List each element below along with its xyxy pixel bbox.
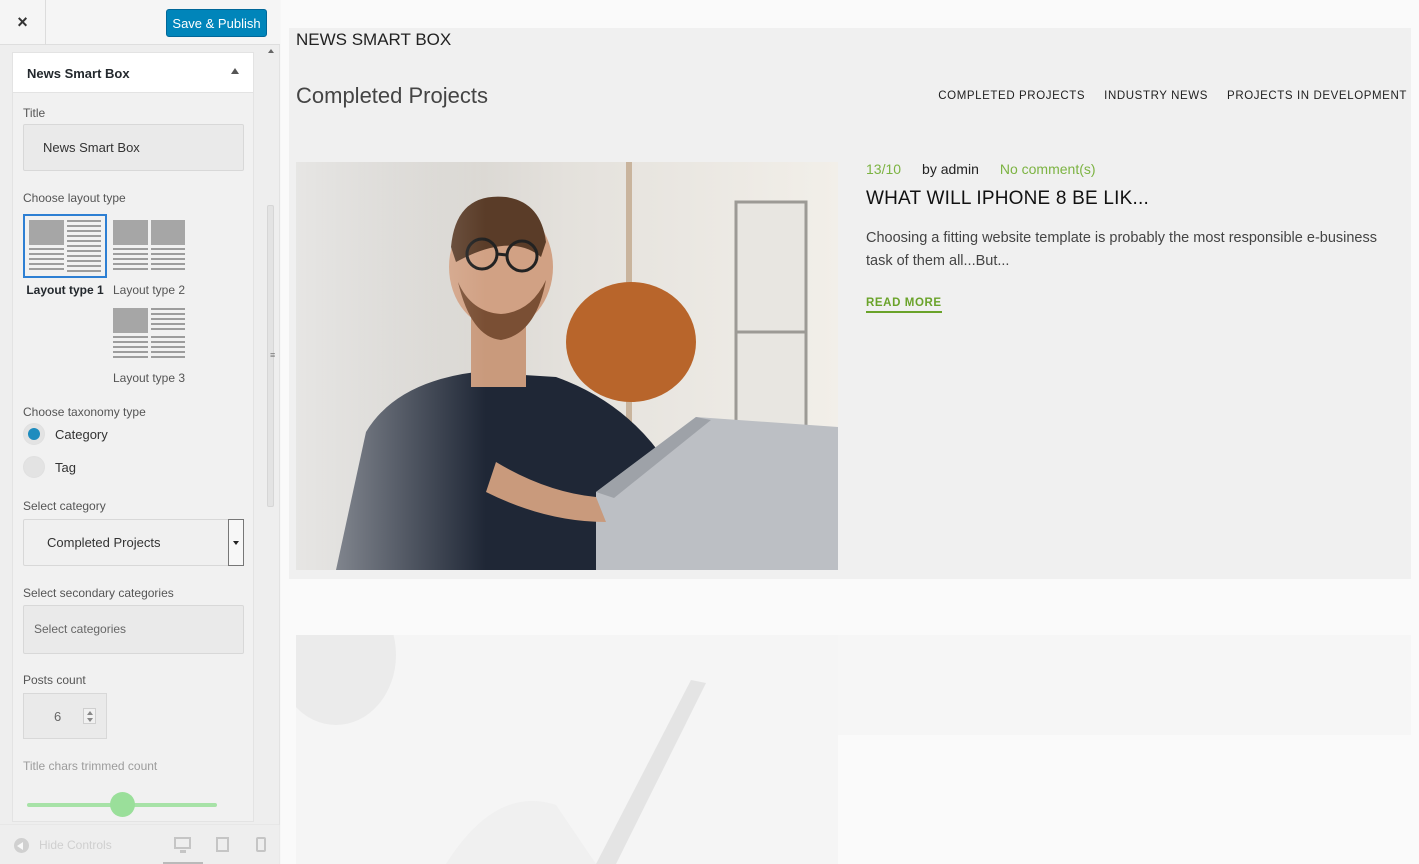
layout-option-1[interactable]: Layout type 1 <box>23 214 107 297</box>
layout-option-label: Layout type 1 <box>26 283 104 297</box>
radio-button[interactable] <box>23 456 45 478</box>
resize-grip-icon[interactable]: ≡ <box>270 350 275 360</box>
post-featured-image[interactable] <box>296 162 838 570</box>
post-title[interactable]: WHAT WILL IPHONE 8 BE LIK... <box>866 188 1149 210</box>
radio-label: Tag <box>55 459 76 475</box>
hide-controls-button[interactable]: Hide Controls <box>39 838 112 852</box>
tablet-icon[interactable] <box>216 837 229 852</box>
widget-title: NEWS SMART BOX <box>296 30 452 49</box>
layout-option-label: Layout type 2 <box>112 283 186 297</box>
post-author: by admin <box>922 161 979 177</box>
collapse-arrow-icon[interactable] <box>14 838 29 853</box>
post-excerpt: Choosing a fitting website template is p… <box>866 230 1377 269</box>
title-input[interactable]: News Smart Box <box>23 124 244 171</box>
next-post-image[interactable] <box>296 635 838 864</box>
title-label: Title <box>23 106 46 120</box>
layout-1-thumbnail <box>23 214 107 278</box>
close-icon[interactable]: × <box>0 0 46 45</box>
desktop-icon[interactable] <box>174 837 191 853</box>
site-preview: NEWS SMART BOX Completed Projects COMPLE… <box>281 0 1419 864</box>
read-more-link[interactable]: READ MORE <box>866 297 942 313</box>
taxonomy-type-label: Choose taxonomy type <box>23 405 146 419</box>
scroll-up-icon[interactable] <box>268 49 274 53</box>
customizer-footer: Hide Controls <box>0 824 280 864</box>
layout-option-label: Layout type 3 <box>112 371 186 385</box>
radio-tag[interactable]: Tag <box>23 456 76 478</box>
tab-projects-in-development[interactable]: PROJECTS IN DEVELOPMENT <box>1227 90 1407 102</box>
radio-button[interactable] <box>23 423 45 445</box>
post-date: 13/10 <box>866 161 902 177</box>
mobile-icon[interactable] <box>256 837 266 852</box>
secondary-categories-label: Select secondary categories <box>23 586 174 600</box>
next-post-content <box>838 635 1411 735</box>
panel-scrollbar[interactable] <box>266 45 275 825</box>
layout-3-thumbnail <box>107 302 191 366</box>
layout-option-2[interactable]: Layout type 2 <box>107 214 191 297</box>
section-title: News Smart Box <box>27 66 130 81</box>
category-heading: Completed Projects <box>296 83 488 108</box>
category-select[interactable]: Completed Projects <box>23 519 244 566</box>
customizer-sidebar: × Save & Publish News Smart Box Title Ne… <box>0 0 280 864</box>
slider-handle[interactable] <box>110 792 135 817</box>
layout-2-thumbnail <box>107 214 191 278</box>
news-smart-box-widget: NEWS SMART BOX Completed Projects COMPLE… <box>289 28 1411 579</box>
posts-count-value: 6 <box>54 709 62 724</box>
tab-completed-projects[interactable]: COMPLETED PROJECTS <box>938 90 1085 102</box>
secondary-categories-input[interactable]: Select categories <box>23 605 244 654</box>
layout-option-3[interactable]: Layout type 3 <box>107 302 191 385</box>
category-selected-value: Completed Projects <box>47 535 161 550</box>
chevron-down-icon[interactable] <box>228 519 244 566</box>
tab-industry-news[interactable]: INDUSTRY NEWS <box>1104 90 1208 102</box>
layout-type-label: Choose layout type <box>23 191 126 205</box>
section-panel: News Smart Box Title News Smart Box Choo… <box>12 52 254 822</box>
posts-count-label: Posts count <box>23 673 86 687</box>
customizer-topbar: × Save & Publish <box>0 0 280 45</box>
category-tabs: COMPLETED PROJECTS INDUSTRY NEWS PROJECT… <box>938 90 1407 102</box>
save-publish-button[interactable]: Save & Publish <box>166 9 267 37</box>
radio-label: Category <box>55 426 108 442</box>
section-header[interactable]: News Smart Box <box>13 53 253 93</box>
radio-category[interactable]: Category <box>23 423 108 445</box>
collapse-caret-icon[interactable] <box>231 68 239 74</box>
post-meta: 13/10 by admin No comment(s) <box>866 161 1096 177</box>
spinner-arrows-icon[interactable] <box>83 708 96 724</box>
select-category-label: Select category <box>23 499 106 513</box>
posts-count-stepper[interactable]: 6 <box>23 693 107 739</box>
title-chars-label: Title chars trimmed count <box>23 759 158 773</box>
post-comments-link[interactable]: No comment(s) <box>1000 161 1096 177</box>
